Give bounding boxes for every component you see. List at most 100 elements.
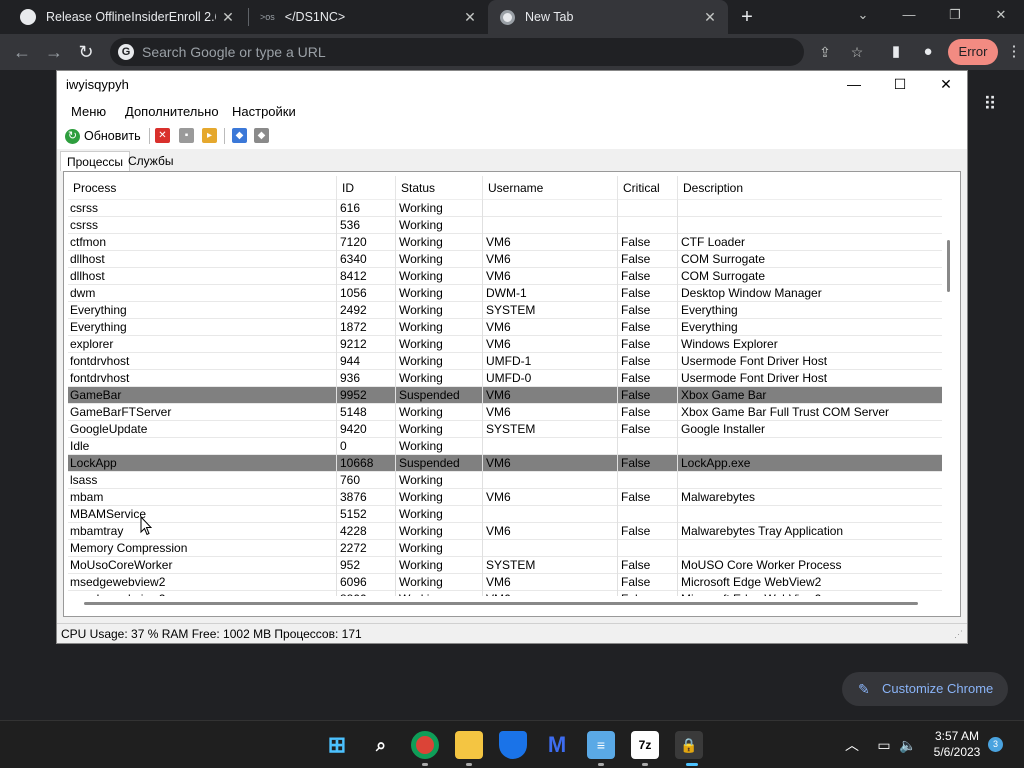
table-row[interactable]: explorer 9212 Working VM6 False Windows Explo… [68, 336, 944, 353]
tab-ds1nc[interactable]: >os </DS1NC> ✕ [250, 0, 488, 34]
menu-item-menu[interactable]: Меню [71, 104, 106, 119]
omnibox[interactable]: G Search Google or type a URL ⇪ ☆ [110, 38, 863, 66]
share-icon[interactable]: ⇪ [816, 43, 834, 61]
table-row[interactable]: Idle 0 Working [68, 438, 944, 455]
tab-services[interactable]: Службы [122, 151, 179, 171]
horizontal-scrollbar[interactable] [68, 596, 944, 610]
tab-processes[interactable]: Процессы [60, 151, 131, 171]
cell-critical: False [618, 285, 678, 302]
table-row[interactable]: ctfmon 7120 Working VM6 False CTF Loader [68, 234, 944, 251]
reload-icon[interactable]: ↻ [74, 40, 98, 64]
cell-description [678, 217, 944, 234]
horizontal-scroll-thumb[interactable] [84, 602, 918, 605]
notepad-icon[interactable]: ≡ [587, 731, 615, 759]
table-row[interactable]: dwm 1056 Working DWM-1 False Desktop Window M… [68, 285, 944, 302]
tab-offlineinsider[interactable]: Release OfflineInsiderEnroll 2.6.4 ✕ [8, 0, 246, 34]
customize-label: Customize Chrome [882, 681, 994, 696]
table-row[interactable]: csrss 536 Working [68, 217, 944, 234]
cell-description: Windows Explorer [681, 337, 778, 351]
browser-toolbar: ← → ↻ G Search Google or type a URL ⇪ ☆ … [0, 34, 1024, 70]
network-icon[interactable]: ▭ [874, 735, 894, 755]
forward-arrow-icon[interactable]: → [42, 40, 66, 64]
close-tab-icon[interactable]: ✕ [702, 9, 718, 25]
table-row[interactable]: fontdrvhost 944 Working UMFD-1 False Usermode… [68, 353, 944, 370]
menu-item-additional[interactable]: Дополнительно [125, 104, 219, 119]
close-tab-icon[interactable]: ✕ [462, 9, 478, 25]
window-title: iwyisqypyh [66, 77, 129, 92]
minimize-browser-button[interactable]: — [886, 0, 932, 34]
close-button[interactable]: ✕ [923, 71, 969, 99]
lock-app-icon[interactable]: 🔒 [675, 731, 703, 759]
cell-username: VM6 [483, 251, 618, 268]
restore-browser-button[interactable]: ❐ [932, 0, 978, 34]
table-row[interactable]: MBAMService 5152 Working [68, 506, 944, 523]
column-header-description[interactable]: Description [678, 176, 944, 200]
vertical-scrollbar[interactable] [942, 176, 956, 596]
table-row[interactable]: Memory Compression 2272 Working [68, 540, 944, 557]
table-row[interactable]: mbam 3876 Working VM6 False Malwarebytes [68, 489, 944, 506]
close-tab-icon[interactable]: ✕ [220, 9, 236, 25]
tab-search-icon[interactable]: ⌄ [840, 0, 886, 34]
table-row[interactable]: dllhost 8412 Working VM6 False COM Surrogate [68, 268, 944, 285]
menu-item-settings[interactable]: Настройки [232, 104, 296, 119]
7zip-icon[interactable]: 7z [631, 731, 659, 759]
side-panel-icon[interactable]: ▮ [886, 42, 906, 62]
tab-new-tab[interactable]: New Tab ✕ [488, 0, 728, 34]
chrome-icon[interactable] [411, 731, 439, 759]
back-arrow-icon[interactable]: ← [10, 40, 34, 64]
resume-process-icon[interactable]: ▸ [202, 128, 217, 143]
table-row[interactable]: LockApp 10668 Suspended VM6 False LockApp.exe [68, 455, 944, 472]
refresh-button[interactable]: ↻ Обновить [65, 127, 141, 145]
customize-chrome-button[interactable]: ✎ Customize Chrome [842, 672, 1008, 706]
pause-process-icon[interactable]: ▪ [179, 128, 194, 143]
cell-critical: False [618, 234, 678, 251]
cell-critical [618, 506, 678, 523]
malwarebytes-icon[interactable]: M [543, 731, 571, 759]
table-row[interactable]: GameBarFTServer 5148 Working VM6 False Xbox G… [68, 404, 944, 421]
vertical-scroll-thumb[interactable] [947, 240, 950, 292]
close-browser-button[interactable]: ✕ [978, 0, 1024, 34]
show-hidden-icons-icon[interactable]: ︿ [842, 735, 862, 755]
volume-icon[interactable]: 🔈 [898, 735, 918, 755]
search-icon[interactable]: ⌕ [367, 731, 395, 759]
bookmark-star-icon[interactable]: ☆ [848, 43, 866, 61]
table-row[interactable]: mbamtray 4228 Working VM6 False Malwarebytes … [68, 523, 944, 540]
table-row[interactable]: Everything 2492 Working SYSTEM False Everythi… [68, 302, 944, 319]
table-row[interactable]: lsass 760 Working [68, 472, 944, 489]
more-menu-icon[interactable]: ⋮ [1004, 42, 1024, 62]
clock[interactable]: 3:57 AM 5/6/2023 [926, 728, 988, 760]
table-row[interactable]: msedgewebview2 6096 Working VM6 False Microso… [68, 574, 944, 591]
column-header-status[interactable]: Status [396, 176, 483, 200]
table-header: Process ID Status Username Critical Desc… [68, 176, 944, 200]
minimize-button[interactable]: — [831, 71, 877, 99]
error-button[interactable]: Error [948, 39, 998, 65]
shield-grey-icon[interactable]: ◆ [254, 128, 269, 143]
profile-icon[interactable]: ● [918, 42, 938, 62]
table-row[interactable]: Everything 1872 Working VM6 False Everything [68, 319, 944, 336]
cell-username: SYSTEM [483, 302, 618, 319]
cell-username [483, 472, 618, 489]
table-row[interactable]: MoUsoCoreWorker 952 Working SYSTEM False MoUS… [68, 557, 944, 574]
new-tab-button[interactable]: + [736, 6, 758, 28]
google-apps-icon[interactable]: ⠿ [980, 94, 1000, 114]
resize-grip-icon[interactable]: ⋰ [954, 629, 964, 639]
table-row[interactable]: dllhost 6340 Working VM6 False COM Surrogate [68, 251, 944, 268]
file-explorer-icon[interactable] [455, 731, 483, 759]
column-header-critical[interactable]: Critical [618, 176, 678, 200]
cell-description [678, 438, 944, 455]
column-header-id[interactable]: ID [337, 176, 396, 200]
windows-start-icon[interactable]: ⊞ [323, 731, 351, 759]
kill-process-icon[interactable]: ✕ [155, 128, 170, 143]
table-row[interactable]: fontdrvhost 936 Working UMFD-0 False Usermode… [68, 370, 944, 387]
table-row[interactable]: GameBar 9952 Suspended VM6 False Xbox Game Ba… [68, 387, 944, 404]
maximize-button[interactable]: ☐ [877, 71, 923, 99]
cell-id: 5152 [337, 506, 396, 523]
notification-badge[interactable]: 3 [988, 737, 1003, 752]
table-row[interactable]: GoogleUpdate 9420 Working SYSTEM False Google… [68, 421, 944, 438]
shield-icon[interactable]: ◆ [232, 128, 247, 143]
defender-icon[interactable] [499, 731, 527, 759]
column-header-username[interactable]: Username [483, 176, 618, 200]
column-header-process[interactable]: Process [68, 176, 337, 200]
pencil-icon: ✎ [858, 681, 870, 697]
table-row[interactable]: csrss 616 Working [68, 200, 944, 217]
